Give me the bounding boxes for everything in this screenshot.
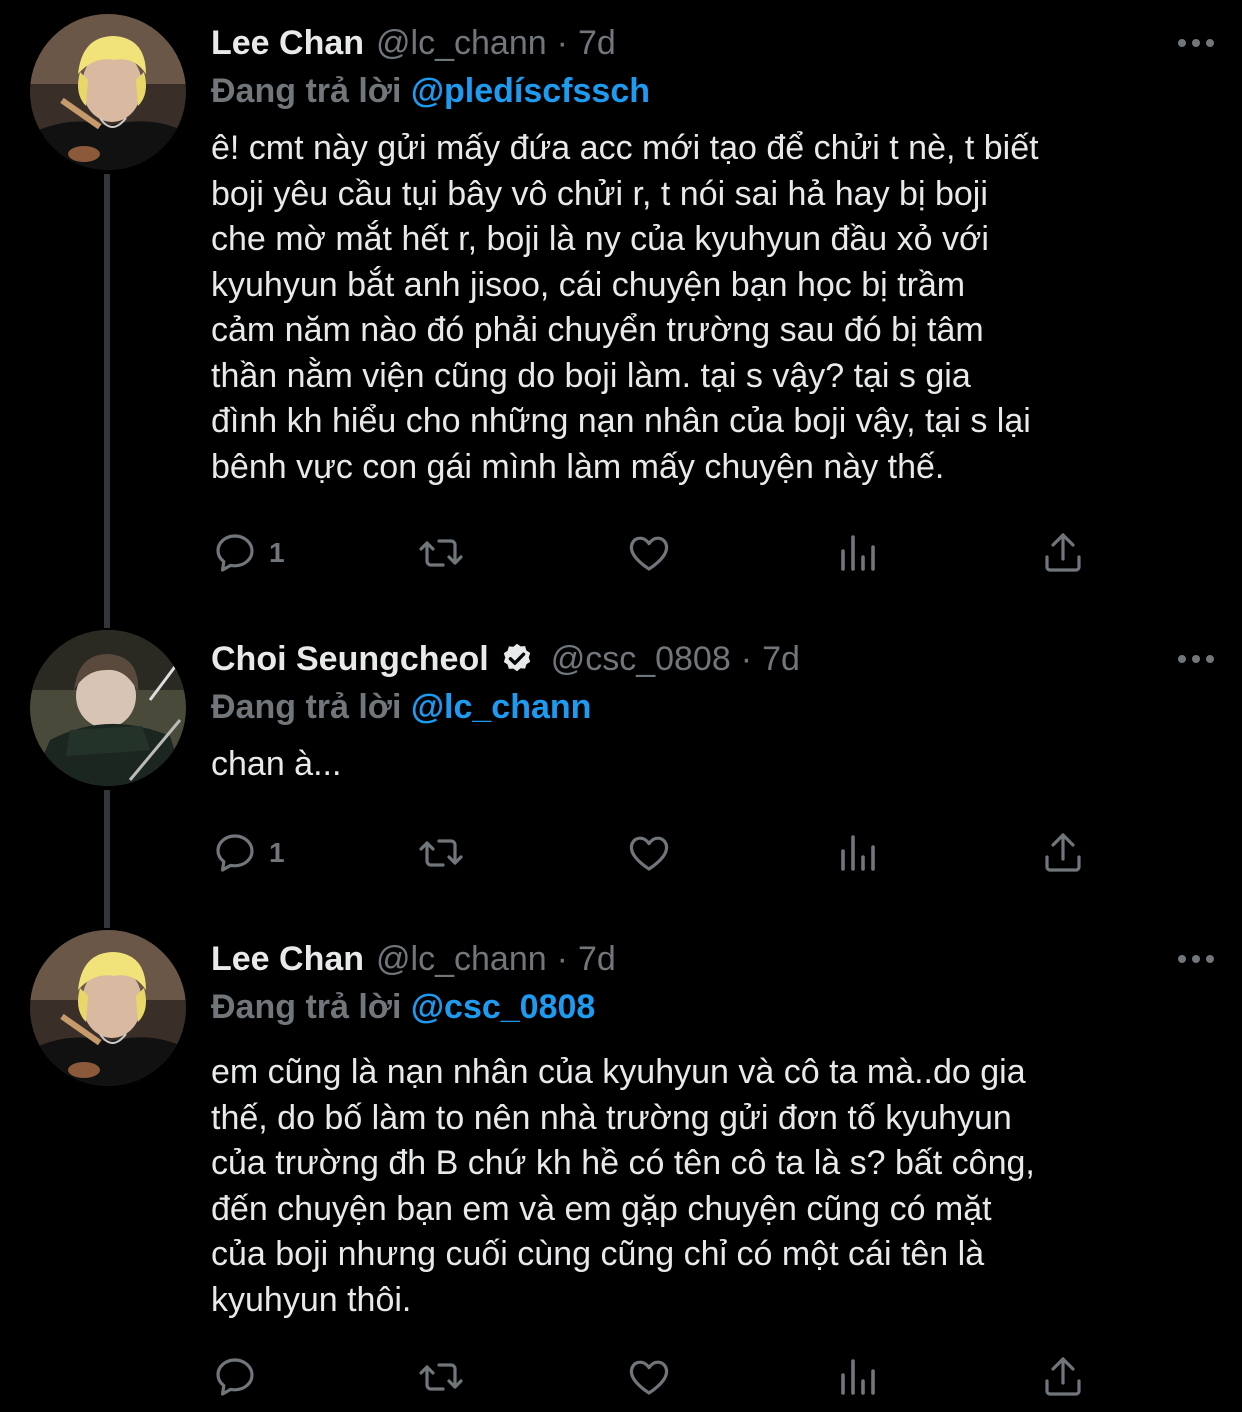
like-button[interactable] <box>625 1352 673 1402</box>
reply-mention-link[interactable]: @lc_chann <box>411 688 592 726</box>
tweet-text: ê! cmt này gửi mấy đứa acc mới tạo để ch… <box>211 129 1039 486</box>
analytics-button[interactable] <box>833 828 881 878</box>
reply-prefix: Đang trả lời <box>211 72 402 110</box>
tweet-header: Lee Chan @lc_chann · 7d <box>211 18 1214 68</box>
avatar[interactable] <box>30 930 186 1086</box>
separator-dot: · <box>556 24 568 62</box>
reply-button[interactable]: 1 <box>211 528 285 578</box>
share-icon <box>1045 833 1081 872</box>
retweet-button[interactable] <box>417 828 465 878</box>
person-dark-hair-avatar-icon <box>30 630 186 786</box>
analytics-button[interactable] <box>833 1352 881 1402</box>
analytics-icon <box>841 535 875 571</box>
analytics-button[interactable] <box>833 528 881 578</box>
thread-connector <box>104 174 110 628</box>
reply-mention-link[interactable]: @pledíscfssch <box>411 72 650 110</box>
tweet-text: em cũng là nạn nhân của kyuhyun và cô ta… <box>211 1053 1035 1319</box>
retweet-icon <box>419 839 463 867</box>
tweet-actions: 1 <box>211 828 1091 878</box>
share-button[interactable] <box>1039 828 1087 878</box>
timestamp[interactable]: 7d <box>578 934 616 984</box>
verified-badge-icon[interactable] <box>499 641 535 677</box>
share-icon <box>1045 1357 1081 1396</box>
reply-count: 1 <box>269 837 285 868</box>
reply-icon <box>216 534 254 572</box>
heart-icon <box>629 1360 669 1395</box>
avatar[interactable] <box>30 630 186 786</box>
user-handle[interactable]: @csc_0808 <box>551 634 731 684</box>
reply-icon <box>216 834 254 872</box>
more-options-icon[interactable] <box>1178 18 1214 68</box>
reply-button[interactable]: 1 <box>211 828 285 878</box>
reply-prefix: Đang trả lời <box>211 688 402 726</box>
retweet-button[interactable] <box>417 1352 465 1402</box>
tweet[interactable]: Lee Chan @lc_chann · 7d Đang trả lời @pl… <box>0 0 1242 628</box>
display-name[interactable]: Lee Chan <box>211 934 364 984</box>
analytics-icon <box>841 1359 875 1395</box>
share-button[interactable] <box>1039 528 1087 578</box>
heart-icon <box>629 536 669 571</box>
thread-connector <box>104 790 110 928</box>
reply-count: 1 <box>269 537 285 568</box>
reply-context: Đang trả lời @pledíscfssch <box>211 68 1214 114</box>
reply-mention-link[interactable]: @csc_0808 <box>411 988 595 1026</box>
reply-icon <box>216 1358 254 1396</box>
user-handle[interactable]: @lc_chann <box>376 934 547 984</box>
timestamp[interactable]: 7d <box>578 18 616 68</box>
reply-context: Đang trả lời @csc_0808 <box>211 984 1214 1030</box>
reply-context: Đang trả lời @lc_chann <box>211 684 1214 730</box>
like-button[interactable] <box>625 528 673 578</box>
separator-dot: · <box>556 940 568 978</box>
tweet-actions <box>211 1352 1091 1402</box>
user-handle[interactable]: @lc_chann <box>376 18 547 68</box>
like-button[interactable] <box>625 828 673 878</box>
retweet-button[interactable] <box>417 528 465 578</box>
tweet[interactable]: Choi Seungcheol @csc_0808 · 7d Đang trả … <box>0 616 1242 928</box>
avatar[interactable] <box>30 14 186 170</box>
retweet-icon <box>419 1363 463 1391</box>
person-blond-hair-avatar-icon <box>30 14 186 170</box>
more-options-icon[interactable] <box>1178 634 1214 684</box>
display-name[interactable]: Lee Chan <box>211 18 364 68</box>
share-icon <box>1045 533 1081 572</box>
more-options-icon[interactable] <box>1178 934 1214 984</box>
retweet-icon <box>419 539 463 567</box>
timestamp[interactable]: 7d <box>762 634 800 684</box>
tweet-header: Lee Chan @lc_chann · 7d <box>211 934 1214 984</box>
tweet[interactable]: Lee Chan @lc_chann · 7d Đang trả lời @cs… <box>0 916 1242 1412</box>
heart-icon <box>629 836 669 871</box>
reply-button[interactable] <box>211 1352 269 1402</box>
separator-dot: · <box>740 640 753 678</box>
display-name[interactable]: Choi Seungcheol <box>211 634 489 684</box>
analytics-icon <box>841 835 875 871</box>
share-button[interactable] <box>1039 1352 1087 1402</box>
tweet-header: Choi Seungcheol @csc_0808 · 7d <box>211 634 1214 684</box>
tweet-text: chan à... <box>211 745 342 783</box>
reply-prefix: Đang trả lời <box>211 988 402 1026</box>
tweet-actions: 1 <box>211 528 1091 578</box>
person-blond-hair-avatar-icon <box>30 930 186 1086</box>
